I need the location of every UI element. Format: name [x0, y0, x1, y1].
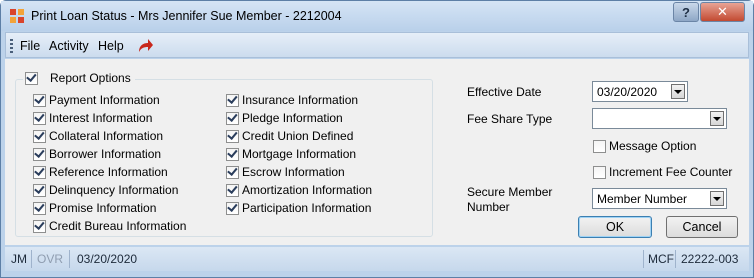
option-label: Mortgage Information: [242, 147, 357, 161]
date-dropdown-button[interactable]: [671, 84, 685, 99]
amortization-information-checkbox[interactable]: [226, 183, 239, 197]
menu-activity[interactable]: Activity: [49, 39, 89, 53]
effective-date-label: Effective Date: [467, 85, 542, 99]
secure-member-number-label: Secure Member: [467, 185, 553, 199]
print-loan-status-window: Print Loan Status - Mrs Jennifer Sue Mem…: [0, 0, 754, 278]
effective-date-picker[interactable]: 03/20/2020: [592, 81, 688, 102]
insurance-information-checkbox[interactable]: [226, 93, 239, 107]
insurance-information-option[interactable]: Insurance Information: [226, 93, 358, 107]
escrow-information-checkbox[interactable]: [226, 165, 239, 179]
menu-file[interactable]: File: [20, 39, 40, 53]
status-divider: [31, 250, 32, 268]
report-options-legend[interactable]: Report Options: [23, 71, 135, 85]
secure-member-number-dropdown-button[interactable]: [710, 191, 724, 206]
effective-date-value: 03/20/2020: [597, 85, 658, 99]
option-label: Insurance Information: [242, 93, 359, 107]
cancel-button-label: Cancel: [682, 220, 722, 234]
credit-union-defined-checkbox[interactable]: [226, 129, 239, 143]
promise-information-checkbox[interactable]: [33, 201, 46, 215]
pledge-information-checkbox[interactable]: [226, 111, 239, 125]
option-label: Participation Information: [242, 201, 372, 215]
credit-union-defined-option[interactable]: Credit Union Defined: [226, 129, 353, 143]
chevron-down-icon: [713, 196, 721, 201]
option-label: Payment Information: [49, 93, 160, 107]
option-label: Reference Information: [49, 165, 168, 179]
status-code: 22222-003: [681, 252, 739, 266]
option-label: Delinquency Information: [49, 183, 179, 197]
interest-information-checkbox[interactable]: [33, 111, 46, 125]
increment-fee-counter-label: Increment Fee Counter: [609, 165, 733, 179]
delinquency-information-option[interactable]: Delinquency Information: [33, 183, 178, 197]
ok-button[interactable]: OK: [578, 216, 652, 238]
report-options-checkbox[interactable]: [25, 71, 38, 85]
option-label: Amortization Information: [242, 183, 373, 197]
option-label: Collateral Information: [49, 129, 164, 143]
app-icon: [10, 9, 24, 23]
ok-button-label: OK: [605, 220, 625, 234]
chevron-down-icon: [713, 116, 721, 121]
payment-information-option[interactable]: Payment Information: [33, 93, 160, 107]
mortgage-information-checkbox[interactable]: [226, 147, 239, 161]
option-label: Pledge Information: [242, 111, 343, 125]
message-option-checkbox[interactable]: [593, 139, 606, 153]
status-mode: OVR: [37, 252, 64, 266]
status-divider: [69, 250, 70, 268]
increment-fee-counter-checkbox[interactable]: [593, 165, 606, 179]
menu-help[interactable]: Help: [98, 39, 124, 53]
promise-information-option[interactable]: Promise Information: [33, 201, 156, 215]
toolbar-grip[interactable]: [10, 39, 13, 53]
participation-information-option[interactable]: Participation Information: [226, 201, 371, 215]
status-system: MCF: [648, 252, 674, 266]
cancel-button[interactable]: Cancel: [666, 216, 738, 238]
dialog-body: Report Options Payment Information Inter…: [5, 59, 749, 245]
increment-fee-counter-option[interactable]: Increment Fee Counter: [593, 165, 732, 179]
option-label: Credit Union Defined: [242, 129, 354, 143]
credit-bureau-information-option[interactable]: Credit Bureau Information: [33, 219, 186, 233]
borrower-information-option[interactable]: Borrower Information: [33, 147, 161, 161]
option-label: Interest Information: [49, 111, 153, 125]
participation-information-checkbox[interactable]: [226, 201, 239, 215]
status-date: 03/20/2020: [77, 252, 138, 266]
pledge-information-option[interactable]: Pledge Information: [226, 111, 343, 125]
fee-share-type-label: Fee Share Type: [467, 112, 553, 126]
close-button[interactable]: ✕: [700, 2, 745, 22]
borrower-information-checkbox[interactable]: [33, 147, 46, 161]
question-icon: ?: [682, 4, 690, 20]
credit-bureau-information-checkbox[interactable]: [33, 219, 46, 233]
collateral-information-option[interactable]: Collateral Information: [33, 129, 163, 143]
mortgage-information-option[interactable]: Mortgage Information: [226, 147, 356, 161]
option-label: Borrower Information: [49, 147, 162, 161]
collateral-information-checkbox[interactable]: [33, 129, 46, 143]
interest-information-option[interactable]: Interest Information: [33, 111, 152, 125]
redo-arrow-icon[interactable]: [136, 37, 154, 55]
message-option[interactable]: Message Option: [593, 139, 696, 153]
reference-information-checkbox[interactable]: [33, 165, 46, 179]
close-icon: ✕: [717, 4, 728, 19]
option-label: Credit Bureau Information: [49, 219, 187, 233]
report-options-label: Report Options: [50, 71, 131, 85]
status-bar: JM OVR 03/20/2020 MCF 22222-003: [5, 247, 749, 271]
help-button[interactable]: ?: [673, 2, 699, 22]
secure-member-number-value: Member Number: [597, 192, 688, 206]
payment-information-checkbox[interactable]: [33, 93, 46, 107]
secure-member-number-select[interactable]: Member Number: [592, 188, 727, 209]
fee-share-type-select[interactable]: [592, 108, 727, 129]
fee-share-type-dropdown-button[interactable]: [710, 111, 724, 126]
amortization-information-option[interactable]: Amortization Information: [226, 183, 372, 197]
menu-bar: File Activity Help: [5, 32, 749, 58]
chevron-down-icon: [674, 89, 682, 94]
window-title: Print Loan Status - Mrs Jennifer Sue Mem…: [31, 9, 342, 23]
status-user: JM: [11, 252, 27, 266]
title-bar[interactable]: Print Loan Status - Mrs Jennifer Sue Mem…: [1, 1, 753, 31]
status-divider: [643, 250, 644, 268]
status-divider: [675, 250, 676, 268]
option-label: Escrow Information: [242, 165, 345, 179]
reference-information-option[interactable]: Reference Information: [33, 165, 168, 179]
option-label: Promise Information: [49, 201, 157, 215]
message-option-label: Message Option: [609, 139, 697, 153]
escrow-information-option[interactable]: Escrow Information: [226, 165, 345, 179]
secure-member-number-label-line2: Number: [467, 200, 510, 214]
delinquency-information-checkbox[interactable]: [33, 183, 46, 197]
